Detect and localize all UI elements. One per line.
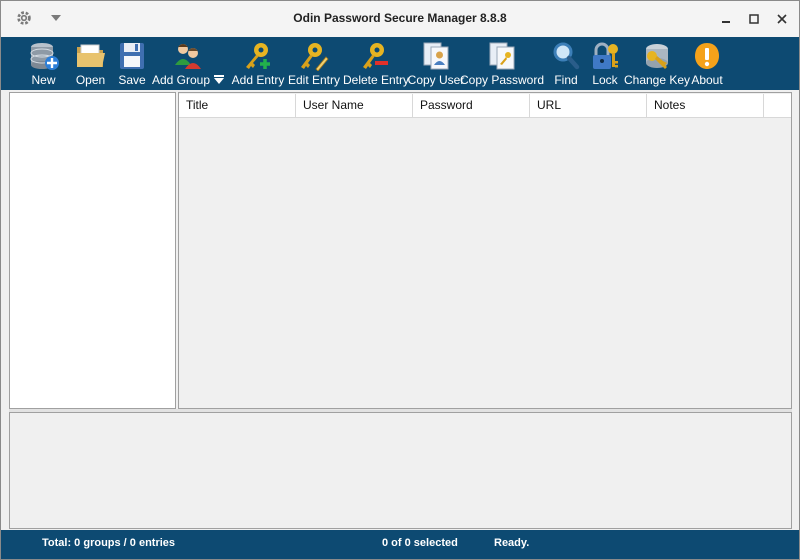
change-key-icon bbox=[646, 44, 668, 69]
edit-entry-button[interactable]: Edit Entry bbox=[288, 37, 340, 90]
lock-icon bbox=[593, 42, 618, 69]
copy-user-label: Copy User bbox=[407, 73, 465, 87]
minimize-icon[interactable] bbox=[715, 9, 737, 29]
open-button[interactable]: Open bbox=[69, 37, 112, 90]
status-totals: Total: 0 groups / 0 entries bbox=[42, 537, 176, 549]
add-group-label: Add Group bbox=[152, 73, 225, 87]
main-window: Odin Password Secure Manager 8.8.8 New O… bbox=[0, 0, 800, 560]
new-label: New bbox=[31, 73, 56, 87]
floppy-save-icon bbox=[120, 43, 144, 69]
key-add-icon bbox=[246, 43, 270, 69]
title-bar: Odin Password Secure Manager 8.8.8 bbox=[1, 1, 799, 37]
chevron-down-icon[interactable] bbox=[214, 75, 225, 84]
column-header-password[interactable]: Password bbox=[413, 94, 530, 117]
add-entry-button[interactable]: Add Entry bbox=[231, 37, 285, 90]
change-key-label: Change Key bbox=[623, 73, 691, 87]
new-button[interactable]: New bbox=[27, 37, 60, 90]
find-label: Find bbox=[554, 73, 578, 87]
maximize-icon[interactable] bbox=[743, 9, 765, 29]
status-bar: Total: 0 groups / 0 entries 0 of 0 selec… bbox=[1, 530, 799, 559]
key-edit-icon bbox=[301, 43, 329, 71]
lock-button[interactable]: Lock bbox=[590, 37, 620, 90]
grid-header: Title User Name Password URL Notes bbox=[179, 94, 791, 118]
entry-details-pane bbox=[9, 412, 792, 529]
add-group-button[interactable]: Add Group bbox=[152, 37, 225, 90]
entries-grid[interactable]: Title User Name Password URL Notes bbox=[178, 92, 792, 409]
edit-entry-label: Edit Entry bbox=[287, 73, 341, 87]
save-button[interactable]: Save bbox=[115, 37, 149, 90]
window-title: Odin Password Secure Manager 8.8.8 bbox=[293, 11, 507, 25]
copy-user-icon bbox=[423, 42, 449, 70]
status-state: Ready. bbox=[494, 537, 530, 549]
key-delete-icon bbox=[363, 43, 388, 69]
delete-entry-label: Delete Entry bbox=[342, 73, 410, 87]
open-label: Open bbox=[75, 73, 106, 87]
folder-open-icon bbox=[76, 44, 105, 67]
lock-label: Lock bbox=[592, 73, 618, 87]
save-label: Save bbox=[118, 73, 146, 87]
column-header-title[interactable]: Title bbox=[179, 94, 296, 117]
toolbar: New Open Save Add Group Add Entry Edit E… bbox=[1, 37, 799, 90]
copy-user-button[interactable]: Copy User bbox=[407, 37, 465, 90]
copy-password-icon bbox=[489, 42, 515, 70]
database-new-icon bbox=[30, 43, 59, 70]
column-header-user-name[interactable]: User Name bbox=[296, 94, 413, 117]
copy-password-label: Copy Password bbox=[459, 73, 545, 87]
close-icon[interactable] bbox=[771, 9, 793, 29]
delete-entry-button[interactable]: Delete Entry bbox=[342, 37, 410, 90]
warning-about-icon bbox=[695, 43, 719, 69]
change-key-button[interactable]: Change Key bbox=[623, 37, 691, 90]
about-label: About bbox=[691, 73, 723, 87]
copy-password-button[interactable]: Copy Password bbox=[460, 37, 544, 90]
users-group-icon bbox=[175, 44, 201, 69]
add-entry-label: Add Entry bbox=[231, 73, 285, 87]
about-button[interactable]: About bbox=[691, 37, 723, 90]
column-header-notes[interactable]: Notes bbox=[647, 94, 764, 117]
magnifier-icon bbox=[553, 42, 580, 70]
column-header-url[interactable]: URL bbox=[530, 94, 647, 117]
find-button[interactable]: Find bbox=[552, 37, 580, 90]
group-tree-pane[interactable] bbox=[9, 92, 176, 409]
status-selection: 0 of 0 selected bbox=[382, 537, 458, 549]
